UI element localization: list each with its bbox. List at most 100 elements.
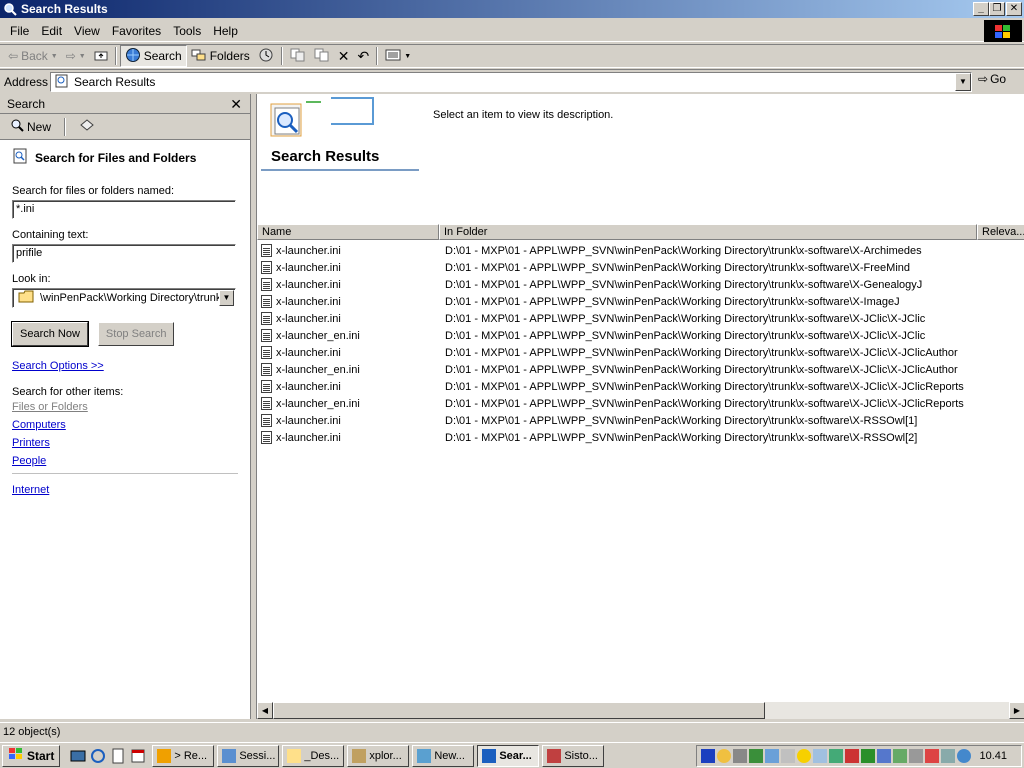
new-search-button[interactable]: New: [6, 116, 55, 138]
filename-input[interactable]: *.ini: [12, 200, 236, 219]
taskbar-button[interactable]: Sisto...: [542, 744, 605, 767]
table-row[interactable]: x-launcher.ini D:\01 - MXP\01 - APPL\WPP_…: [257, 276, 1024, 293]
go-button[interactable]: ⇨ Go: [978, 72, 1006, 86]
stop-search-button[interactable]: Stop Search: [97, 322, 175, 346]
containing-text-input[interactable]: prifile: [12, 244, 236, 263]
tray-app-icon[interactable]: [861, 749, 875, 763]
ini-file-icon: [261, 244, 272, 257]
look-in-select[interactable]: \winPenPack\Working Directory\trunk ▼: [12, 288, 236, 308]
taskbar-button[interactable]: > Re...: [152, 744, 215, 767]
tray-app-icon[interactable]: [829, 749, 843, 763]
column-header-in-folder[interactable]: In Folder: [439, 224, 977, 240]
table-row[interactable]: x-launcher.ini D:\01 - MXP\01 - APPL\WPP_…: [257, 412, 1024, 429]
address-dropdown-button[interactable]: ▼: [955, 73, 971, 91]
menu-edit[interactable]: Edit: [35, 22, 68, 40]
table-row[interactable]: x-launcher.ini D:\01 - MXP\01 - APPL\WPP_…: [257, 429, 1024, 446]
close-icon[interactable]: ✕: [230, 96, 242, 113]
menu-favorites[interactable]: Favorites: [106, 22, 167, 40]
tray-app-icon[interactable]: [893, 749, 907, 763]
forward-button[interactable]: ⇨ ▼: [62, 45, 90, 67]
taskbar: Start > Re... Sessi... _Des... xplor... New.…: [0, 742, 1024, 768]
table-row[interactable]: x-launcher.ini D:\01 - MXP\01 - APPL\WPP_…: [257, 293, 1024, 310]
table-row[interactable]: x-launcher.ini D:\01 - MXP\01 - APPL\WPP_…: [257, 242, 1024, 259]
search-button[interactable]: Search: [119, 45, 187, 67]
menu-tools[interactable]: Tools: [167, 22, 207, 40]
search-engine-button[interactable]: [75, 116, 99, 138]
column-header-name[interactable]: Name: [257, 224, 439, 240]
tray-app-icon[interactable]: [909, 749, 923, 763]
taskbar-button[interactable]: New...: [412, 744, 475, 767]
tray-app-icon[interactable]: [925, 749, 939, 763]
move-to-icon: [290, 48, 306, 65]
taskbar-button[interactable]: _Des...: [282, 744, 345, 767]
tray-app-icon[interactable]: [941, 749, 955, 763]
menu-help[interactable]: Help: [207, 22, 244, 40]
scroll-thumb[interactable]: [273, 702, 765, 719]
tray-app-icon[interactable]: [877, 749, 891, 763]
taskbar-button[interactable]: Sear...: [477, 744, 540, 767]
tray-app-icon[interactable]: [813, 749, 827, 763]
table-row[interactable]: x-launcher.ini D:\01 - MXP\01 - APPL\WPP_…: [257, 259, 1024, 276]
look-in-label: Look in:: [12, 273, 51, 285]
calendar-icon[interactable]: [130, 748, 146, 764]
copy-to-button[interactable]: [310, 45, 334, 67]
restore-button[interactable]: ❐: [989, 2, 1005, 16]
table-row[interactable]: x-launcher.ini D:\01 - MXP\01 - APPL\WPP_…: [257, 310, 1024, 327]
taskbar-button[interactable]: Sessi...: [217, 744, 280, 767]
history-button[interactable]: [254, 45, 278, 67]
horizontal-scrollbar[interactable]: ◀ ▶: [257, 702, 1024, 719]
internet-link[interactable]: Internet: [12, 484, 238, 496]
chevron-down-icon[interactable]: ▼: [219, 290, 234, 306]
move-to-button[interactable]: [286, 45, 310, 67]
notepad-icon[interactable]: [110, 748, 126, 764]
printers-link[interactable]: Printers: [12, 437, 238, 449]
undo-button[interactable]: ↶: [353, 45, 373, 67]
back-button[interactable]: ⇦ Back ▼: [4, 45, 62, 67]
taskbar-button[interactable]: xplor...: [347, 744, 410, 767]
table-row[interactable]: x-launcher_en.ini D:\01 - MXP\01 - APPL\W…: [257, 361, 1024, 378]
file-name-cell: x-launcher.ini: [257, 346, 439, 359]
computers-link[interactable]: Computers: [12, 419, 238, 431]
task-label: _Des...: [304, 749, 340, 762]
folder-path: D:\01 - MXP\01 - APPL\WPP_SVN\winPenPack…: [445, 244, 922, 257]
minimize-button[interactable]: _: [973, 2, 989, 16]
table-row[interactable]: x-launcher.ini D:\01 - MXP\01 - APPL\WPP_…: [257, 378, 1024, 395]
people-link[interactable]: People: [12, 455, 238, 467]
start-button[interactable]: Start: [2, 744, 61, 767]
tray-media-icon[interactable]: [701, 749, 715, 763]
menu-view[interactable]: View: [68, 22, 106, 40]
up-folder-button[interactable]: [90, 45, 112, 67]
search-pane: Search ✕ New Search for Files and Folder…: [0, 94, 251, 719]
folders-icon: [191, 48, 207, 65]
delete-button[interactable]: ✕: [334, 45, 354, 67]
task-label: > Re...: [174, 749, 208, 762]
search-options-link[interactable]: Search Options >>: [12, 360, 238, 372]
file-name-cell: x-launcher.ini: [257, 380, 439, 393]
undo-icon: ↶: [357, 47, 370, 64]
tray-app-icon[interactable]: [781, 749, 795, 763]
views-button[interactable]: ▼: [381, 45, 415, 67]
tray-volume-icon[interactable]: [717, 749, 731, 763]
search-now-button[interactable]: Search Now: [11, 321, 89, 347]
address-input[interactable]: Search Results ▼: [50, 72, 972, 92]
tray-network-icon[interactable]: [733, 749, 747, 763]
desktop-icon[interactable]: [70, 748, 86, 764]
table-row[interactable]: x-launcher_en.ini D:\01 - MXP\01 - APPL\W…: [257, 395, 1024, 412]
tray-app-icon[interactable]: [845, 749, 859, 763]
folders-button[interactable]: Folders: [187, 45, 254, 67]
close-button[interactable]: ✕: [1006, 2, 1022, 16]
tray-app-icon[interactable]: [749, 749, 763, 763]
table-row[interactable]: x-launcher.ini D:\01 - MXP\01 - APPL\WPP_…: [257, 344, 1024, 361]
files-or-folders-link[interactable]: Files or Folders: [12, 401, 238, 413]
tray-app-icon[interactable]: [957, 749, 971, 763]
ie-icon[interactable]: [90, 748, 106, 764]
tray-app-icon[interactable]: [765, 749, 779, 763]
tray-app-icon[interactable]: [797, 749, 811, 763]
menu-file[interactable]: File: [4, 22, 35, 40]
address-bar: Address Search Results ▼ ⇨ Go: [0, 69, 1024, 93]
address-label: Address: [4, 74, 49, 89]
scroll-left-button[interactable]: ◀: [257, 702, 273, 719]
scroll-right-button[interactable]: ▶: [1009, 702, 1024, 719]
column-header-relevance[interactable]: Releva...: [977, 224, 1024, 240]
table-row[interactable]: x-launcher_en.ini D:\01 - MXP\01 - APPL\W…: [257, 327, 1024, 344]
